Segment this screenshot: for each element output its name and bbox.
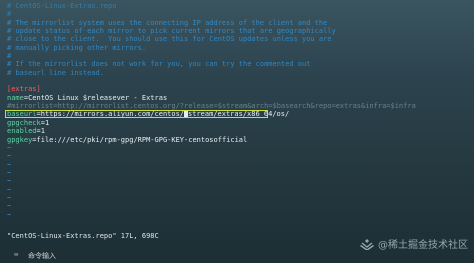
comment-text: # CentOS-Linux-Extras.repo — [7, 2, 117, 10]
empty-line-marker: ~ — [0, 152, 474, 160]
tilde-marker: ~ — [7, 202, 12, 211]
terminal-icon: ⌨ — [14, 251, 19, 259]
editor-line: gpgcheck=1 — [0, 119, 474, 127]
watermark: @稀土掘金技术社区 — [360, 236, 468, 251]
editor-line: name=CentOS Linux $releasever - Extras — [0, 94, 474, 102]
comment-text: # baseurl line instead. — [7, 68, 104, 77]
comment-text: # close to the client. You should use th… — [7, 35, 332, 44]
empty-line-marker: ~ — [0, 194, 474, 202]
empty-line-marker: ~ — [0, 211, 474, 219]
empty-line-marker: ~ — [0, 161, 474, 169]
editor-line: # close to the client. You should use th… — [0, 35, 474, 43]
editor-line: # If the mirrorlist does not work for yo… — [0, 60, 474, 68]
empty-line-marker: ~ — [0, 186, 474, 194]
config-value: file:///etc/pki/rpm-gpg/RPM-GPG-KEY-cent… — [36, 135, 248, 144]
tilde-marker: ~ — [7, 185, 12, 194]
section-header: [extras] — [7, 85, 41, 94]
comment-text: # — [7, 10, 12, 19]
comment-text: # update status of each mirror to pick c… — [7, 27, 336, 36]
tilde-marker: ~ — [7, 210, 12, 219]
terminal-window: # CentOS-Linux-Extras.repo # # The mirrorl… — [0, 0, 474, 263]
editor-line: baseurl=https://mirrors.aliyun.com/cento… — [0, 110, 474, 119]
watermark-text: @稀土掘金技术社区 — [378, 240, 468, 251]
empty-line-marker: ~ — [0, 169, 474, 177]
config-key: gpgcheck — [7, 118, 41, 127]
command-input-label[interactable]: 命令输入 — [28, 251, 56, 261]
editor-line: # update status of each mirror to pick c… — [0, 27, 474, 35]
config-value: 1 — [40, 127, 45, 136]
editor-line: # — [0, 10, 474, 18]
vim-editor-buffer[interactable]: # CentOS-Linux-Extras.repo # # The mirrorl… — [0, 0, 474, 248]
editor-line: # baseurl line instead. — [0, 69, 474, 77]
file-info-line: "CentOS-Linux-Extras.repo" 17L, 698C — [7, 232, 159, 240]
tilde-marker: ~ — [7, 193, 12, 202]
config-value: 1 — [44, 118, 50, 127]
editor-line: # The mirrorlist system uses the connect… — [0, 19, 474, 27]
comment-text: # — [7, 52, 12, 61]
tilde-marker: ~ — [7, 168, 12, 177]
editor-line: [extras] — [0, 85, 474, 93]
editor-line: enabled=1 — [0, 127, 474, 135]
empty-line-marker: ~ — [0, 144, 474, 152]
tilde-marker: ~ — [7, 152, 12, 161]
editor-line: gpgkey=file:///etc/pki/rpm-gpg/RPM-GPG-K… — [0, 136, 474, 144]
juejin-logo-icon — [360, 238, 374, 250]
comment-text: # The mirrorlist system uses the connect… — [7, 18, 328, 27]
config-value: CentOS Linux $releasever - Extras — [28, 93, 168, 102]
mirrorlist-line: #mirrorlist=http://mirrorlist.centos.org… — [7, 102, 416, 111]
tilde-marker: ~ — [7, 160, 12, 169]
comment-text: # If the mirrorlist does not work for yo… — [7, 60, 311, 69]
tilde-marker: ~ — [7, 177, 12, 186]
config-key: name — [7, 93, 24, 102]
editor-line: # manually picking other mirrors. — [0, 44, 474, 52]
tilde-marker: ~ — [7, 143, 12, 152]
comment-text: # manually picking other mirrors. — [7, 43, 147, 52]
editor-line: # CentOS-Linux-Extras.repo — [0, 2, 474, 10]
highlight-box — [5, 110, 268, 119]
editor-line: # — [0, 52, 474, 60]
empty-line-marker: ~ — [0, 202, 474, 210]
empty-line-marker: ~ — [0, 177, 474, 185]
config-key: gpgkey — [7, 135, 33, 144]
config-key: enabled — [7, 127, 37, 136]
editor-line: #mirrorlist=http://mirrorlist.centos.org… — [0, 102, 474, 110]
